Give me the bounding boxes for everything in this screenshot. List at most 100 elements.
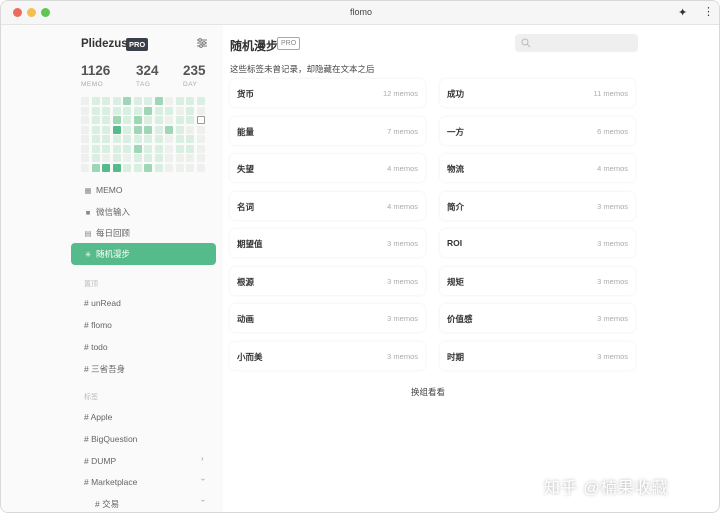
heatmap-cell[interactable] (123, 97, 131, 105)
heatmap-cell[interactable] (81, 116, 89, 124)
heatmap-cell[interactable] (154, 106, 163, 115)
heatmap-cell[interactable] (102, 97, 110, 105)
tag-apple[interactable]: # Apple (84, 412, 112, 422)
heatmap-cell[interactable] (144, 163, 152, 172)
nav-wechat-input[interactable]: ■ 微信输入 (71, 201, 216, 223)
heatmap-cell[interactable] (175, 106, 184, 115)
tag-card[interactable]: 失望 4 memos (230, 154, 425, 182)
heatmap-cell[interactable] (133, 163, 142, 172)
heatmap-cell[interactable] (123, 154, 131, 162)
heatmap-cell[interactable] (165, 144, 173, 153)
heatmap-cell[interactable] (123, 144, 131, 153)
heatmap-cell[interactable] (91, 97, 100, 105)
heatmap-cell[interactable] (123, 135, 131, 143)
tag-card[interactable]: 规矩 3 memos (440, 266, 635, 295)
search-input[interactable] (515, 34, 638, 52)
heatmap-cell[interactable] (165, 135, 173, 143)
heatmap-cell[interactable] (165, 163, 173, 172)
nav-daily-review[interactable]: ▤ 每日回顾 (71, 222, 216, 244)
heatmap-cell[interactable] (81, 135, 89, 143)
heatmap-cell[interactable] (91, 144, 100, 153)
tag-card[interactable]: 物流 4 memos (440, 154, 635, 182)
heatmap-cell[interactable] (102, 125, 110, 134)
heatmap-cell[interactable] (154, 163, 163, 172)
heatmap-cell[interactable] (112, 135, 121, 143)
heatmap-cell[interactable] (186, 154, 194, 162)
tag-marketplace[interactable]: # Marketplace (84, 477, 137, 487)
pinned-tag-todo[interactable]: # todo (84, 342, 108, 352)
pinned-tag-unread[interactable]: # unRead (84, 298, 121, 308)
heatmap-cell[interactable] (91, 154, 100, 162)
heatmap-cell[interactable] (133, 116, 142, 124)
heatmap-cell[interactable] (81, 154, 89, 162)
heatmap-cell[interactable] (175, 135, 184, 143)
heatmap-cell[interactable] (154, 125, 163, 134)
heatmap-cell[interactable] (196, 125, 205, 134)
heatmap-cell[interactable] (196, 154, 205, 162)
heatmap-cell[interactable] (102, 116, 110, 124)
heatmap-cell[interactable] (133, 135, 142, 143)
username[interactable]: Plidezus (81, 38, 128, 50)
heatmap-cell[interactable] (144, 154, 152, 162)
tag-card[interactable]: 一方 6 memos (440, 116, 635, 145)
chevron-down-icon[interactable]: ‹ (198, 499, 207, 502)
heatmap-cell[interactable] (123, 116, 131, 124)
heatmap-cell[interactable] (91, 116, 100, 124)
heatmap-cell[interactable] (154, 135, 163, 143)
heatmap-cell[interactable] (133, 106, 142, 115)
extension-puzzle-icon[interactable]: ✦ (678, 6, 687, 19)
heatmap-cell[interactable] (81, 97, 89, 105)
heatmap-cell[interactable] (186, 144, 194, 153)
nav-memo[interactable]: ▦ MEMO (71, 179, 216, 201)
tag-card[interactable]: 成功 11 memos (440, 79, 635, 107)
tag-card[interactable]: 时期 3 memos (440, 341, 635, 370)
heatmap-cell[interactable] (112, 116, 121, 124)
heatmap-cell[interactable] (102, 154, 110, 162)
chevron-right-icon[interactable]: › (201, 454, 204, 463)
heatmap-cell[interactable] (175, 125, 184, 134)
tag-card[interactable]: 根源 3 memos (230, 266, 425, 295)
heatmap-cell[interactable] (175, 154, 184, 162)
pinned-tag-reflection[interactable]: # 三省吾身 (84, 363, 125, 375)
tag-card[interactable]: 期望值 3 memos (230, 229, 425, 257)
heatmap-cell[interactable] (112, 154, 121, 162)
heatmap-cell[interactable] (175, 116, 184, 124)
heatmap-cell[interactable] (81, 144, 89, 153)
heatmap-cell[interactable] (165, 116, 173, 124)
heatmap-cell[interactable] (123, 125, 131, 134)
tag-card[interactable]: ROI 3 memos (440, 229, 635, 257)
heatmap-cell[interactable] (102, 144, 110, 153)
heatmap-cell[interactable] (144, 125, 152, 134)
heatmap-cell[interactable] (186, 97, 194, 105)
nav-random-walk[interactable]: ✳ 随机漫步 (71, 243, 216, 265)
heatmap-cell[interactable] (186, 163, 194, 172)
heatmap-cell[interactable] (123, 163, 131, 172)
heatmap-cell[interactable] (196, 97, 205, 105)
heatmap-cell[interactable] (112, 163, 121, 172)
heatmap-cell[interactable] (165, 97, 173, 105)
heatmap-cell[interactable] (154, 97, 163, 105)
heatmap-cell[interactable] (196, 106, 205, 115)
tag-dump[interactable]: # DUMP (84, 456, 116, 466)
heatmap-cell[interactable] (186, 116, 194, 124)
heatmap-cell[interactable] (81, 163, 89, 172)
chevron-down-icon[interactable]: ‹ (198, 478, 207, 481)
heatmap-cell[interactable] (186, 125, 194, 134)
heatmap-cell[interactable] (186, 135, 194, 143)
heatmap-cell[interactable] (165, 106, 173, 115)
heatmap-cell[interactable] (91, 163, 100, 172)
heatmap-cell[interactable] (144, 106, 152, 115)
heatmap-cell[interactable] (112, 144, 121, 153)
heatmap-cell[interactable] (144, 97, 152, 105)
heatmap-cell[interactable] (133, 144, 142, 153)
heatmap-cell[interactable] (175, 144, 184, 153)
tag-card[interactable]: 货币 12 memos (230, 79, 425, 107)
heatmap-cell[interactable] (81, 125, 89, 134)
heatmap-cell[interactable] (144, 144, 152, 153)
sliders-settings-icon[interactable] (196, 37, 208, 49)
heatmap-cell[interactable] (91, 106, 100, 115)
heatmap-cell[interactable] (102, 163, 110, 172)
heatmap-cell[interactable] (133, 97, 142, 105)
heatmap-cell[interactable] (186, 106, 194, 115)
heatmap-cell[interactable] (196, 135, 205, 143)
